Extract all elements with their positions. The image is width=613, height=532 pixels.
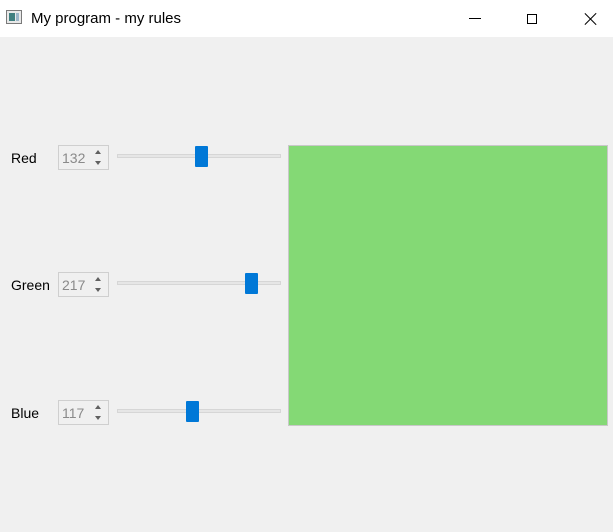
blue-spin-arrows xyxy=(89,402,106,423)
minimize-icon xyxy=(469,18,481,19)
blue-slider[interactable] xyxy=(117,398,281,428)
red-spinbox[interactable]: 132 xyxy=(58,145,109,170)
green-spin-up-button[interactable] xyxy=(89,274,106,284)
chevron-down-icon xyxy=(94,161,101,165)
red-channel-row: Red 132 xyxy=(0,143,290,173)
green-spinbox[interactable]: 217 xyxy=(58,272,109,297)
blue-label: Blue xyxy=(11,405,40,421)
green-channel-row: Green 217 xyxy=(0,270,290,300)
chevron-down-icon xyxy=(94,416,101,420)
blue-slider-groove[interactable] xyxy=(117,409,281,413)
maximize-icon xyxy=(527,13,537,24)
red-slider-handle[interactable] xyxy=(195,146,208,167)
minimize-button[interactable] xyxy=(452,0,498,37)
title-bar: My program - my rules xyxy=(0,0,613,37)
green-spin-down-button[interactable] xyxy=(89,285,106,295)
blue-slider-handle[interactable] xyxy=(186,401,199,422)
close-icon xyxy=(584,12,598,26)
red-slider[interactable] xyxy=(117,143,281,173)
red-label: Red xyxy=(11,150,37,166)
green-slider[interactable] xyxy=(117,270,281,300)
chevron-down-icon xyxy=(94,288,101,292)
blue-channel-row: Blue 117 xyxy=(0,398,290,428)
blue-spinbox[interactable]: 117 xyxy=(58,400,109,425)
red-spinbox-value[interactable]: 132 xyxy=(62,150,85,166)
green-label: Green xyxy=(11,277,50,293)
red-spin-down-button[interactable] xyxy=(89,158,106,168)
blue-spin-up-button[interactable] xyxy=(89,402,106,412)
green-slider-handle[interactable] xyxy=(245,273,258,294)
close-button[interactable] xyxy=(568,0,613,37)
chevron-up-icon xyxy=(94,150,101,154)
chevron-up-icon xyxy=(94,405,101,409)
red-spin-arrows xyxy=(89,147,106,168)
green-spin-arrows xyxy=(89,274,106,295)
blue-spinbox-value[interactable]: 117 xyxy=(62,405,84,421)
red-spin-up-button[interactable] xyxy=(89,147,106,157)
maximize-button[interactable] xyxy=(509,0,555,37)
chevron-up-icon xyxy=(94,277,101,281)
green-spinbox-value[interactable]: 217 xyxy=(62,277,85,293)
blue-spin-down-button[interactable] xyxy=(89,413,106,423)
color-preview xyxy=(288,145,608,426)
app-window-icon[interactable] xyxy=(6,10,22,24)
window-title: My program - my rules xyxy=(31,10,182,27)
